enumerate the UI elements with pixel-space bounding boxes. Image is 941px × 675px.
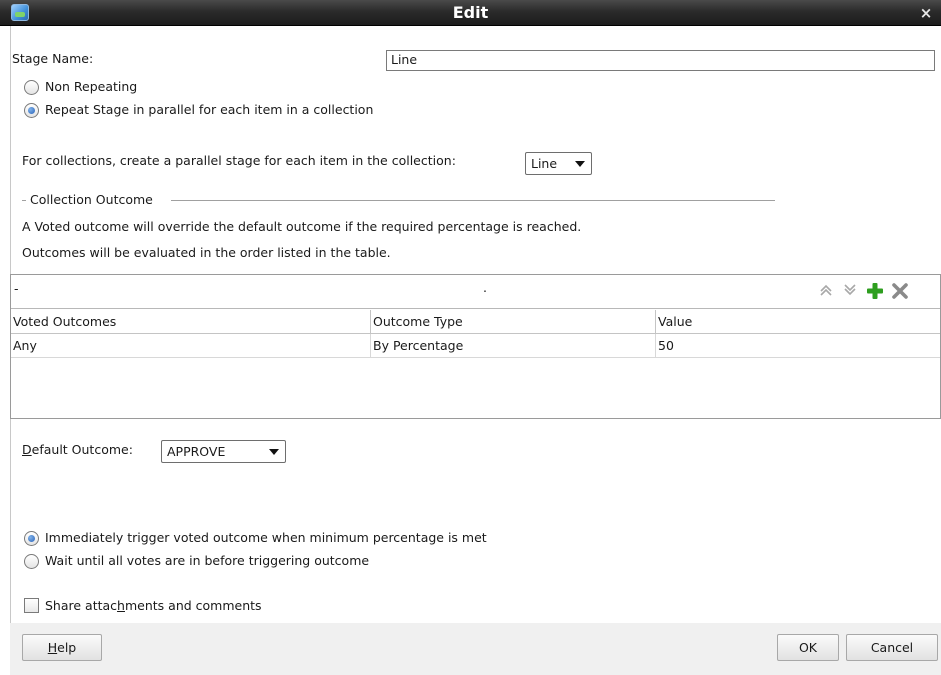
collection-outcome-info-2: Outcomes will be evaluated in the order … (22, 245, 391, 260)
share-label-before: Share attac (45, 598, 118, 613)
share-label-mnemonic: h (117, 598, 125, 613)
ok-button[interactable]: OK (777, 634, 839, 661)
non-repeating-radio[interactable] (24, 80, 39, 95)
non-repeating-label: Non Repeating (45, 79, 138, 94)
edit-dialog: Edit × Stage Name: Line Non Repeating Re… (0, 0, 941, 675)
move-up-icon[interactable] (817, 282, 835, 300)
default-outcome-mnemonic: D (22, 442, 32, 457)
share-label-after: ments and comments (124, 598, 262, 613)
close-icon[interactable]: × (917, 3, 935, 23)
add-icon[interactable] (866, 282, 884, 300)
stage-name-input[interactable]: Line (386, 50, 935, 71)
title-bar[interactable]: Edit × (0, 0, 941, 26)
help-mnemonic: H (47, 640, 58, 655)
dialog-title: Edit (452, 3, 489, 22)
immediate-trigger-radio[interactable] (24, 531, 39, 546)
default-outcome-select[interactable]: APPROVE (161, 440, 286, 463)
default-outcome-label: Default Outcome: (22, 442, 133, 457)
table-cell-outcome-type[interactable]: By Percentage (371, 334, 656, 358)
share-attachments-label: Share attachments and comments (45, 598, 262, 613)
collection-select-value: Line (531, 156, 558, 171)
table-toolbar: - . (11, 275, 940, 309)
stage-name-label: Stage Name: (12, 51, 94, 66)
default-outcome-value: APPROVE (167, 444, 226, 459)
toolbar-mark-left: - (14, 281, 19, 296)
section-divider-left (22, 200, 26, 201)
chevron-down-icon (269, 449, 279, 455)
outcomes-table: - . Voted Outcomes Outcome Type Value An… (10, 274, 941, 419)
immediate-trigger-label: Immediately trigger voted outcome when m… (45, 530, 487, 545)
column-header-outcome-type[interactable]: Outcome Type (371, 310, 656, 334)
collection-outcome-title: Collection Outcome (30, 192, 153, 207)
repeat-parallel-radio[interactable] (24, 103, 39, 118)
column-header-voted-outcomes[interactable]: Voted Outcomes (11, 310, 371, 334)
cancel-button[interactable]: Cancel (846, 634, 938, 661)
move-down-icon[interactable] (841, 282, 859, 300)
share-attachments-checkbox[interactable] (24, 598, 39, 613)
column-header-value[interactable]: Value (656, 310, 940, 334)
collection-outcome-info-1: A Voted outcome will override the defaul… (22, 219, 582, 234)
help-label-rest: elp (57, 640, 77, 655)
wait-all-votes-radio[interactable] (24, 554, 39, 569)
collection-label: For collections, create a parallel stage… (22, 153, 456, 168)
repeat-parallel-label: Repeat Stage in parallel for each item i… (45, 102, 374, 117)
toolbar-mark-center: . (483, 280, 487, 295)
default-outcome-label-rest: efault Outcome: (31, 442, 133, 457)
table-cell-voted-outcome[interactable]: Any (11, 334, 371, 358)
section-divider-right (171, 200, 775, 201)
help-button[interactable]: Help (22, 634, 102, 661)
wait-all-votes-label: Wait until all votes are in before trigg… (45, 553, 370, 568)
delete-icon[interactable] (891, 282, 909, 300)
collection-select[interactable]: Line (525, 152, 592, 175)
table-cell-value[interactable]: 50 (656, 334, 940, 358)
chevron-down-icon (575, 161, 585, 167)
